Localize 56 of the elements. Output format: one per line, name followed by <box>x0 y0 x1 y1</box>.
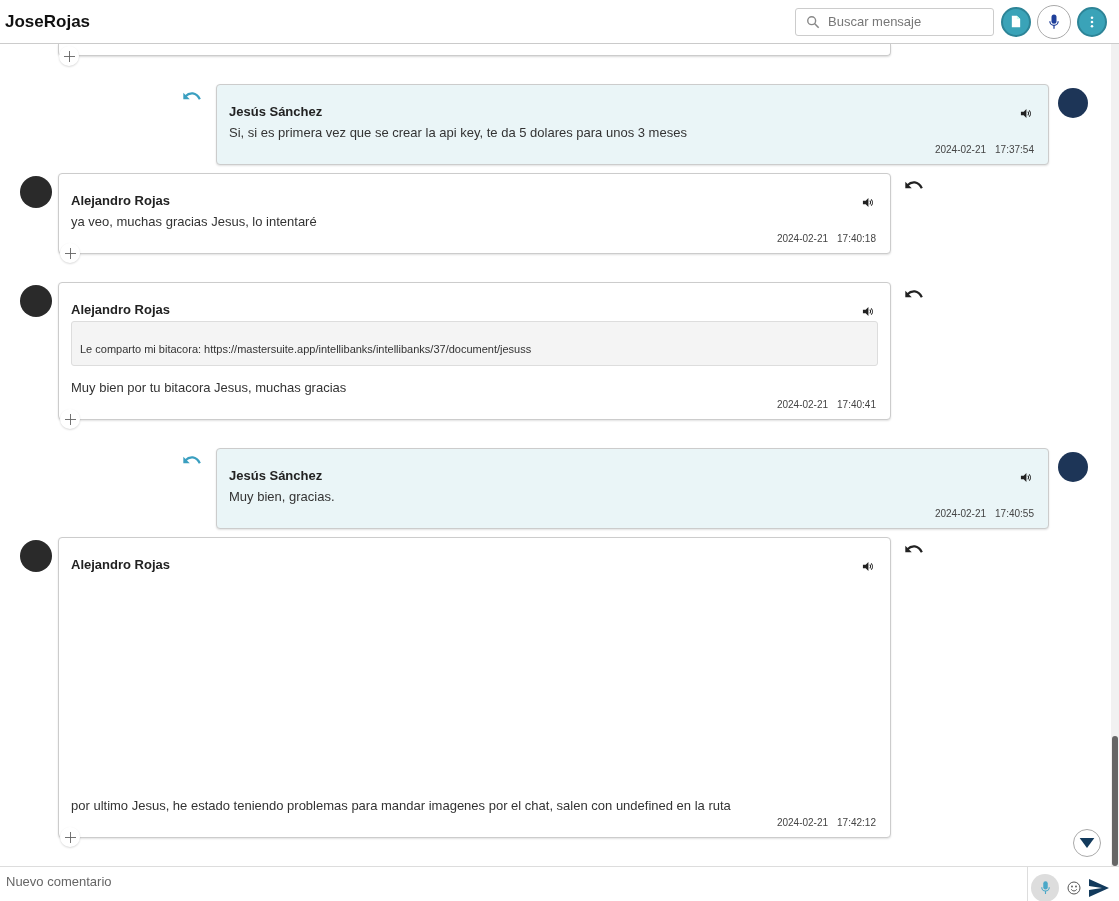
message-date: 2024-02-21 <box>776 817 829 828</box>
reply-icon[interactable] <box>905 180 924 191</box>
sender-name: Alejandro Rojas <box>71 302 170 317</box>
more-options-button[interactable] <box>1077 6 1107 37</box>
message-date: 2024-02-21 <box>934 144 987 155</box>
sender-name: Alejandro Rojas <box>71 193 170 208</box>
add-reaction-button[interactable] <box>60 409 80 429</box>
speaker-icon[interactable] <box>862 306 873 317</box>
message-time: 17:37:54 <box>995 144 1034 155</box>
message-text: Muy bien, gracias. <box>229 489 336 505</box>
plus-icon <box>63 50 75 62</box>
message-text: por ultimo Jesus, he estado teniendo problemas para mandar imagenes por el chat, salen con undefined en la ruta <box>71 798 732 814</box>
sender-name: Alejandro Rojas <box>71 557 170 572</box>
emoji-icon[interactable] <box>1067 881 1081 895</box>
avatar <box>20 285 52 317</box>
quoted-message: Le comparto mi bitacora: https://mastersuite.app/intellibanks/intellibanks/37/document/jesuss <box>71 321 878 366</box>
avatar <box>20 540 52 572</box>
sender-name: Jesús Sánchez <box>229 104 323 119</box>
microphone-icon <box>1049 13 1059 30</box>
add-reaction-button[interactable] <box>60 827 80 847</box>
sender-name: Jesús Sánchez <box>229 468 323 483</box>
plus-icon <box>64 247 76 259</box>
message-text: ya veo, muchas gracias Jesus, lo intentaré <box>71 214 318 230</box>
message-date: 2024-02-21 <box>776 399 829 410</box>
chat-title: JoseRojas <box>5 11 91 32</box>
avatar <box>20 176 52 208</box>
scrollbar[interactable] <box>1111 44 1119 866</box>
plus-icon <box>64 413 76 425</box>
send-icon[interactable] <box>1089 879 1109 897</box>
message-time: 17:40:18 <box>837 233 876 244</box>
message-text: Si, si es primera vez que se crear la api key, te da 5 dolares para unos 3 meses <box>229 125 688 141</box>
speaker-icon[interactable] <box>862 197 873 208</box>
message-time: 17:40:55 <box>995 508 1034 519</box>
document-icon <box>1011 15 1021 28</box>
avatar <box>1058 88 1088 118</box>
speaker-icon[interactable] <box>1020 472 1031 483</box>
message-date: 2024-02-21 <box>934 508 987 519</box>
add-reaction-button[interactable] <box>60 243 80 263</box>
avatar <box>1058 452 1088 482</box>
message-date: 2024-02-21 <box>776 233 829 244</box>
message-time: 17:40:41 <box>837 399 876 410</box>
search-field[interactable]: Buscar mensaje <box>795 7 994 36</box>
reply-icon[interactable] <box>905 289 924 300</box>
microphone-button[interactable] <box>1037 4 1071 39</box>
more-vertical-icon <box>1090 15 1094 28</box>
scroll-down-button[interactable] <box>1073 829 1101 857</box>
caret-down-icon <box>1079 837 1095 849</box>
document-button[interactable] <box>1001 6 1031 37</box>
message-time: 17:42:12 <box>837 817 876 828</box>
speaker-icon[interactable] <box>1020 108 1031 119</box>
add-reaction-button[interactable] <box>59 46 79 66</box>
plus-icon <box>64 831 76 843</box>
reply-icon[interactable] <box>905 544 924 555</box>
speaker-icon[interactable] <box>862 561 873 572</box>
message-text: Muy bien por tu bitacora Jesus, muchas gracias <box>71 380 348 396</box>
microphone-icon <box>1040 881 1050 895</box>
